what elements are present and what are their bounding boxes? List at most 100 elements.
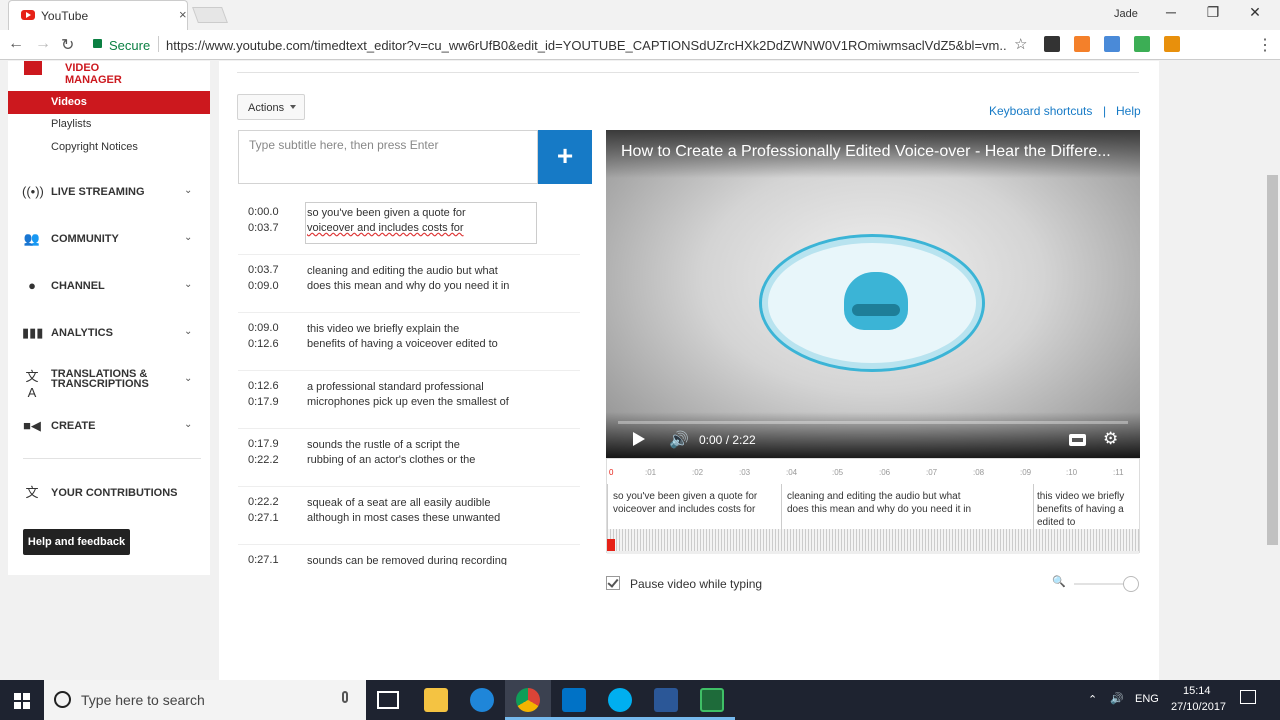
profile-name[interactable]: Jade bbox=[1114, 8, 1138, 20]
sidebar-item-videos[interactable]: Videos bbox=[8, 91, 210, 114]
video-player[interactable]: How to Create a Professionally Edited Vo… bbox=[606, 130, 1140, 458]
caption-text-field[interactable]: squeak of a seat are all easily audible … bbox=[307, 496, 547, 526]
video-title[interactable]: How to Create a Professionally Edited Vo… bbox=[621, 143, 1131, 161]
clock-time[interactable]: 15:14 bbox=[1183, 685, 1211, 697]
play-icon[interactable] bbox=[633, 432, 645, 446]
caption-timeline[interactable]: 0 :01 :02 :03 :04 :05 :06 :07 :08 :09 :1… bbox=[606, 458, 1140, 554]
subtitles-icon[interactable] bbox=[1069, 434, 1086, 446]
caption-end[interactable]: 0:27.1 bbox=[248, 512, 279, 524]
caption-end[interactable]: 0:17.9 bbox=[248, 396, 279, 408]
caption-end[interactable]: 0:22.2 bbox=[248, 454, 279, 466]
sidebar-section-channel[interactable]: ● CHANNEL ⌄ bbox=[22, 278, 202, 298]
browser-menu-icon[interactable]: ⋮ bbox=[1257, 35, 1273, 55]
microphone-icon[interactable] bbox=[342, 691, 348, 703]
caption-start[interactable]: 0:00.0 bbox=[248, 206, 279, 218]
task-view-icon[interactable] bbox=[377, 691, 399, 709]
extension-orange-icon[interactable] bbox=[1074, 36, 1090, 52]
sidebar-item-your-contributions[interactable]: 文 YOUR CONTRIBUTIONS bbox=[22, 485, 202, 505]
sidebar-section-translations[interactable]: 文A TRANSLATIONS & TRANSCRIPTIONS ⌄ bbox=[22, 369, 202, 401]
page-scrollbar-thumb[interactable] bbox=[1267, 175, 1278, 545]
sidebar-section-analytics[interactable]: ▮▮▮ ANALYTICS ⌄ bbox=[22, 325, 202, 345]
actions-dropdown[interactable]: Actions bbox=[237, 94, 305, 120]
subtitle-input[interactable]: Type subtitle here, then press Enter bbox=[238, 130, 538, 184]
action-center-icon[interactable] bbox=[1240, 690, 1256, 704]
reload-button[interactable]: ↻ bbox=[61, 35, 74, 55]
tray-chevron-icon[interactable]: ⌃ bbox=[1088, 693, 1097, 706]
gear-icon[interactable]: ⚙ bbox=[1103, 429, 1118, 449]
taskbar-search[interactable]: Type here to search bbox=[44, 680, 366, 720]
translate-icon: 文A bbox=[25, 369, 39, 400]
caption-row[interactable]: 0:03.7 0:09.0 cleaning and editing the a… bbox=[238, 255, 580, 313]
caption-start[interactable]: 0:12.6 bbox=[248, 380, 279, 392]
extension-green-icon[interactable] bbox=[1134, 36, 1150, 52]
file-explorer-icon[interactable] bbox=[424, 688, 448, 712]
caption-text-field[interactable]: cleaning and editing the audio but what … bbox=[307, 264, 547, 294]
pause-while-typing-checkbox[interactable] bbox=[606, 576, 620, 590]
caption-start[interactable]: 0:17.9 bbox=[248, 438, 279, 450]
caption-text-field[interactable]: so you've been given a quote for voiceov… bbox=[305, 202, 537, 244]
sidebar-section-create[interactable]: ■◀ CREATE ⌄ bbox=[22, 418, 202, 438]
clock-date[interactable]: 27/10/2017 bbox=[1171, 701, 1226, 713]
windows-start-icon[interactable] bbox=[14, 693, 30, 709]
caption-start[interactable]: 0:22.2 bbox=[248, 496, 279, 508]
extension-blue-icon[interactable] bbox=[1104, 36, 1120, 52]
add-caption-button[interactable]: + bbox=[538, 130, 592, 184]
sidebar-section-live-streaming[interactable]: ((•)) LIVE STREAMING ⌄ bbox=[22, 184, 202, 204]
url-text[interactable]: https://www.youtube.com/timedtext_editor… bbox=[166, 38, 1006, 53]
keyboard-shortcuts-link[interactable]: Keyboard shortcuts bbox=[989, 104, 1092, 118]
help-link[interactable]: Help bbox=[1116, 104, 1141, 118]
pause-while-typing-label[interactable]: Pause video while typing bbox=[630, 577, 762, 591]
caption-end[interactable]: 0:03.7 bbox=[248, 222, 279, 234]
sidebar-item-copyright-notices[interactable]: Copyright Notices bbox=[51, 141, 138, 153]
sidebar-item-playlists[interactable]: Playlists bbox=[51, 118, 91, 130]
timeline-caption-text[interactable]: so you've been given a quote for voiceov… bbox=[613, 490, 757, 516]
caption-start[interactable]: 0:03.7 bbox=[248, 264, 279, 276]
caption-row[interactable]: 0:12.6 0:17.9 a professional standard pr… bbox=[238, 371, 580, 429]
forward-button[interactable]: → bbox=[35, 35, 51, 53]
language-indicator[interactable]: ENG bbox=[1135, 693, 1159, 705]
caption-row[interactable]: 0:17.9 0:22.2 sounds the rustle of a scr… bbox=[238, 429, 580, 487]
caption-row[interactable]: 0:22.2 0:27.1 squeak of a seat are all e… bbox=[238, 487, 580, 545]
caption-end[interactable]: 0:12.6 bbox=[248, 338, 279, 350]
captivate-icon[interactable] bbox=[700, 688, 724, 712]
browser-tab[interactable]: YouTube × bbox=[8, 0, 188, 30]
address-bar[interactable]: Secure https://www.youtube.com/timedtext… bbox=[86, 33, 1036, 57]
restore-button[interactable]: ❐ bbox=[1198, 4, 1228, 21]
caption-text-field[interactable]: sounds can be removed during recording bbox=[307, 554, 547, 565]
caption-row[interactable]: 0:27.1 sounds can be removed during reco… bbox=[238, 545, 580, 565]
extension-star-icon[interactable] bbox=[1164, 36, 1180, 52]
caption-text-field[interactable]: sounds the rustle of a script the rubbin… bbox=[307, 438, 547, 468]
chrome-icon[interactable] bbox=[516, 688, 540, 712]
link-separator: | bbox=[1103, 104, 1107, 118]
caption-start[interactable]: 0:09.0 bbox=[248, 322, 279, 334]
minimize-button[interactable]: ─ bbox=[1156, 4, 1186, 20]
extension-layers-icon[interactable] bbox=[1044, 36, 1060, 52]
tab-close-button[interactable]: × bbox=[179, 7, 187, 22]
skype-icon[interactable] bbox=[608, 688, 632, 712]
new-tab-button[interactable] bbox=[192, 7, 228, 23]
caption-start[interactable]: 0:27.1 bbox=[248, 554, 279, 565]
timeline-playhead[interactable] bbox=[607, 539, 615, 551]
volume-icon[interactable]: 🔊 bbox=[669, 430, 689, 450]
zoom-slider-handle[interactable] bbox=[1123, 576, 1139, 592]
edge-icon[interactable] bbox=[470, 688, 494, 712]
caption-row[interactable]: 0:09.0 0:12.6 this video we briefly expl… bbox=[238, 313, 580, 371]
word-icon[interactable] bbox=[654, 688, 678, 712]
sidebar-section-community[interactable]: 👥 COMMUNITY ⌄ bbox=[22, 231, 202, 251]
back-button[interactable]: ← bbox=[8, 35, 24, 53]
caption-end[interactable]: 0:09.0 bbox=[248, 280, 279, 292]
timeline-caption-text[interactable]: cleaning and editing the audio but what … bbox=[787, 490, 971, 516]
caption-text-field[interactable]: this video we briefly explain the benefi… bbox=[307, 322, 547, 352]
outlook-icon[interactable] bbox=[562, 688, 586, 712]
caption-row[interactable]: 0:00.0 0:03.7 so you've been given a quo… bbox=[238, 197, 580, 255]
timeline-scrollbar[interactable] bbox=[607, 551, 1139, 554]
page-scrollbar[interactable] bbox=[1266, 61, 1280, 680]
video-progress-bar[interactable] bbox=[618, 421, 1128, 424]
caption-text-field[interactable]: a professional standard professional mic… bbox=[307, 380, 547, 410]
volume-tray-icon[interactable]: 🔊 bbox=[1110, 692, 1124, 705]
close-window-button[interactable]: ✕ bbox=[1240, 4, 1270, 21]
zoom-slider-track[interactable] bbox=[1074, 583, 1126, 585]
timeline-caption-text[interactable]: this video we briefly benefits of having… bbox=[1037, 490, 1124, 529]
help-and-feedback-button[interactable]: Help and feedback bbox=[23, 529, 130, 555]
bookmark-star-icon[interactable]: ☆ bbox=[1014, 35, 1027, 53]
